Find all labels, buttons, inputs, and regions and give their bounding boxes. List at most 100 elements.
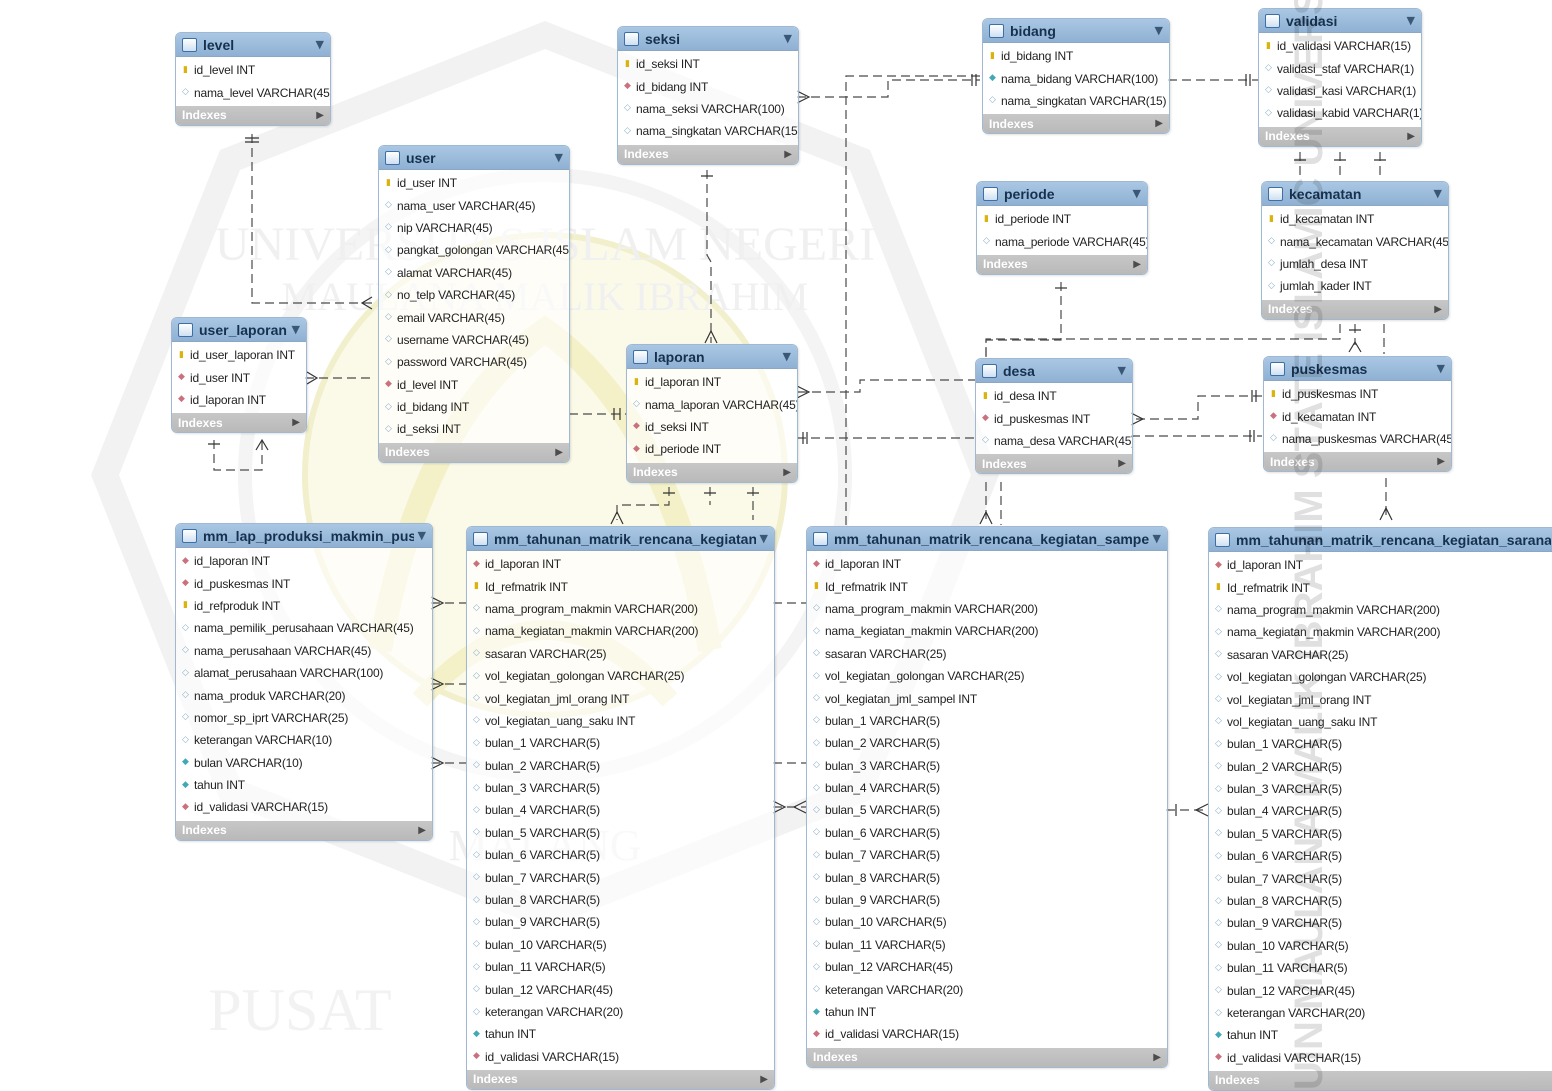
column-row[interactable]: ◇ nama_kegiatan_makmin VARCHAR(200) [1209, 621, 1552, 643]
table-laporan[interactable]: laporan ▼ ▮ id_laporan INT ◇ nama_laporan VAR… [626, 344, 798, 483]
column-row[interactable]: ◆ tahun INT [807, 1001, 1167, 1023]
collapse-icon[interactable]: ▼ [1155, 24, 1163, 37]
column-row[interactable]: ◆ id_level INT [379, 374, 569, 396]
indexes-bar[interactable]: Indexes▶ [172, 413, 306, 433]
column-row[interactable]: ◇ bulan_1 VARCHAR(5) [1209, 733, 1552, 755]
column-row[interactable]: ▮ id_user_laporan INT [172, 344, 306, 366]
column-row[interactable]: ◆ id_puskesmas INT [176, 572, 432, 594]
table-level[interactable]: level ▼ ▮ id_level INT ◇ nama_level VARCHAR(4… [175, 32, 331, 126]
column-row[interactable]: ◇ vol_kegiatan_jml_orang INT [1209, 688, 1552, 710]
expand-arrow-icon[interactable]: ▶ [316, 110, 324, 121]
column-row[interactable]: ◇ bulan_3 VARCHAR(5) [807, 755, 1167, 777]
table-header[interactable]: level ▼ [176, 33, 330, 57]
indexes-bar[interactable]: Indexes▶ [1262, 299, 1448, 319]
column-row[interactable]: ◇ bulan_12 VARCHAR(45) [807, 956, 1167, 978]
column-row[interactable]: ◆ bulan VARCHAR(10) [176, 752, 432, 774]
column-row[interactable]: ▮ id_laporan INT [627, 371, 797, 393]
column-row[interactable]: ◇ validasi_kabid VARCHAR(1) [1259, 102, 1421, 124]
column-row[interactable]: ◇ bulan_12 VARCHAR(45) [1209, 979, 1552, 1001]
column-row[interactable]: ◇ validasi_kasi VARCHAR(1) [1259, 80, 1421, 102]
column-row[interactable]: ◇ nama_periode VARCHAR(45) [977, 230, 1147, 252]
column-row[interactable]: ◇ bulan_9 VARCHAR(5) [1209, 912, 1552, 934]
column-row[interactable]: ◇ bulan_7 VARCHAR(5) [807, 844, 1167, 866]
indexes-bar[interactable]: Indexes▶ [618, 144, 798, 164]
column-row[interactable]: ◇ nama_singkatan VARCHAR(15) [983, 90, 1169, 112]
collapse-icon[interactable]: ▼ [784, 32, 792, 45]
column-row[interactable]: ◆ id_seksi INT [627, 416, 797, 438]
column-row[interactable]: ◇ bulan_4 VARCHAR(5) [467, 799, 774, 821]
collapse-icon[interactable]: ▼ [1407, 14, 1415, 27]
column-row[interactable]: ◇ bulan_8 VARCHAR(5) [1209, 890, 1552, 912]
column-row[interactable]: ◇ bulan_5 VARCHAR(5) [1209, 823, 1552, 845]
expand-arrow-icon[interactable]: ▶ [555, 447, 563, 458]
column-row[interactable]: ◇ keterangan VARCHAR(20) [807, 978, 1167, 1000]
column-row[interactable]: ◇ bulan_12 VARCHAR(45) [467, 978, 774, 1000]
expand-arrow-icon[interactable]: ▶ [418, 825, 426, 836]
column-row[interactable]: ▮ Id_refmatrik INT [1209, 576, 1552, 598]
column-row[interactable]: ◇ nama_kegiatan_makmin VARCHAR(200) [807, 620, 1167, 642]
column-row[interactable]: ◆ id_validasi VARCHAR(15) [807, 1023, 1167, 1045]
table-header[interactable]: bidang ▼ [983, 19, 1169, 43]
table-header[interactable]: user_laporan ▼ [172, 318, 306, 342]
column-row[interactable]: ◆ tahun INT [176, 774, 432, 796]
column-row[interactable]: ◇ bulan_7 VARCHAR(5) [1209, 867, 1552, 889]
column-row[interactable]: ◇ vol_kegiatan_jml_orang INT [467, 687, 774, 709]
expand-arrow-icon[interactable]: ▶ [1133, 259, 1141, 270]
collapse-icon[interactable]: ▼ [292, 323, 300, 336]
expand-arrow-icon[interactable]: ▶ [1434, 304, 1442, 315]
column-row[interactable]: ◇ bulan_6 VARCHAR(5) [467, 844, 774, 866]
column-row[interactable]: ◇ nama_kegiatan_makmin VARCHAR(200) [467, 620, 774, 642]
column-row[interactable]: ◇ bulan_7 VARCHAR(5) [467, 866, 774, 888]
column-row[interactable]: ◆ id_bidang INT [618, 75, 798, 97]
indexes-bar[interactable]: Indexes▶ [983, 114, 1169, 134]
table-bidang[interactable]: bidang ▼ ▮ id_bidang INT ◆ nama_bidang VARCHA… [982, 18, 1170, 135]
column-row[interactable]: ◇ bulan_10 VARCHAR(5) [1209, 935, 1552, 957]
column-row[interactable]: ◇ bulan_9 VARCHAR(5) [807, 889, 1167, 911]
column-row[interactable]: ◇ keterangan VARCHAR(20) [1209, 1002, 1552, 1024]
column-row[interactable]: ◇ vol_kegiatan_golongan VARCHAR(25) [1209, 666, 1552, 688]
column-row[interactable]: ▮ id_validasi VARCHAR(15) [1259, 35, 1421, 57]
column-row[interactable]: ◇ vol_kegiatan_jml_sampel INT [807, 687, 1167, 709]
column-row[interactable]: ◇ jumlah_desa INT [1262, 253, 1448, 275]
column-row[interactable]: ▮ id_kecamatan INT [1262, 208, 1448, 230]
column-row[interactable]: ◆ id_laporan INT [467, 553, 774, 575]
column-row[interactable]: ◇ pangkat_golongan VARCHAR(45) [379, 239, 569, 261]
column-row[interactable]: ◇ vol_kegiatan_golongan VARCHAR(25) [467, 665, 774, 687]
column-row[interactable]: ◇ nama_kecamatan VARCHAR(45) [1262, 230, 1448, 252]
column-row[interactable]: ◇ bulan_2 VARCHAR(5) [807, 732, 1167, 754]
column-row[interactable]: ▮ id_puskesmas INT [1264, 383, 1451, 405]
column-row[interactable]: ◇ nama_perusahaan VARCHAR(45) [176, 640, 432, 662]
column-row[interactable]: ◇ alamat VARCHAR(45) [379, 262, 569, 284]
table-user[interactable]: user ▼ ▮ id_user INT ◇ nama_user VARCHAR(45) ◇… [378, 145, 570, 463]
column-row[interactable]: ◇ bulan_11 VARCHAR(5) [1209, 957, 1552, 979]
column-row[interactable]: ◇ nama_program_makmin VARCHAR(200) [467, 598, 774, 620]
expand-arrow-icon[interactable]: ▶ [292, 417, 300, 428]
column-row[interactable]: ◇ bulan_1 VARCHAR(5) [467, 732, 774, 754]
column-row[interactable]: ◆ id_validasi VARCHAR(15) [467, 1046, 774, 1068]
column-row[interactable]: ▮ id_refproduk INT [176, 595, 432, 617]
column-row[interactable]: ◆ id_puskesmas INT [976, 407, 1132, 429]
column-row[interactable]: ◆ id_laporan INT [172, 389, 306, 411]
column-row[interactable]: ◇ vol_kegiatan_uang_saku INT [1209, 711, 1552, 733]
table-seksi[interactable]: seksi ▼ ▮ id_seksi INT ◆ id_bidang INT ◇ nama_s… [617, 26, 799, 165]
column-row[interactable]: ◇ id_bidang INT [379, 396, 569, 418]
column-row[interactable]: ◇ nama_produk VARCHAR(20) [176, 684, 432, 706]
column-row[interactable]: ◆ id_laporan INT [807, 553, 1167, 575]
column-row[interactable]: ◇ bulan_8 VARCHAR(5) [807, 866, 1167, 888]
table-header[interactable]: mm_tahunan_matrik_rencana_kegiatan ▼ [467, 527, 774, 551]
expand-arrow-icon[interactable]: ▶ [1153, 1052, 1161, 1063]
column-row[interactable]: ◇ nama_laporan VARCHAR(45) [627, 393, 797, 415]
column-row[interactable]: ◇ nama_seksi VARCHAR(100) [618, 98, 798, 120]
table-mm-tahunan-matrik-rencana-kegiatan-sarana[interactable]: mm_tahunan_matrik_rencana_kegiatan_saran… [1208, 527, 1552, 1091]
column-row[interactable]: ◇ nama_pemilik_perusahaan VARCHAR(45) [176, 617, 432, 639]
column-row[interactable]: ◇ bulan_5 VARCHAR(5) [467, 822, 774, 844]
indexes-bar[interactable]: Indexes▶ [1209, 1070, 1552, 1090]
table-desa[interactable]: desa ▼ ▮ id_desa INT ◆ id_puskesmas INT ◇ nama_… [975, 358, 1133, 475]
table-user-laporan[interactable]: user_laporan ▼ ▮ id_user_laporan INT ◆ id_use… [171, 317, 307, 434]
expand-arrow-icon[interactable]: ▶ [783, 467, 791, 478]
column-row[interactable]: ◇ bulan_1 VARCHAR(5) [807, 710, 1167, 732]
column-row[interactable]: ◇ keterangan VARCHAR(10) [176, 729, 432, 751]
expand-arrow-icon[interactable]: ▶ [1407, 131, 1415, 142]
column-row[interactable]: ◇ email VARCHAR(45) [379, 306, 569, 328]
column-row[interactable]: ◇ nomor_sp_iprt VARCHAR(25) [176, 707, 432, 729]
